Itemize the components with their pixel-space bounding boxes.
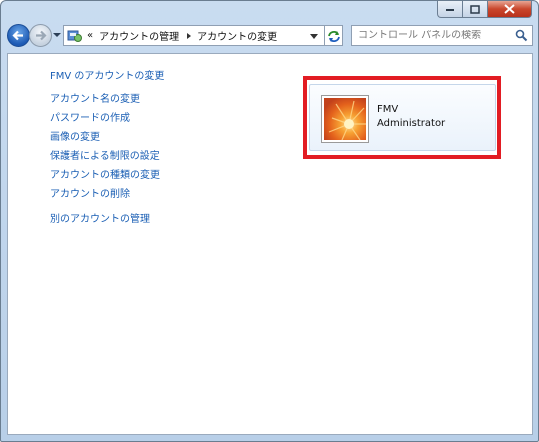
minimize-button[interactable] [437, 1, 463, 18]
maximize-icon [470, 4, 480, 14]
search-box [351, 25, 533, 46]
history-dropdown-icon[interactable] [53, 30, 61, 40]
breadcrumb-item-account-management[interactable]: アカウントの管理 [99, 28, 179, 43]
maximize-button[interactable] [463, 1, 488, 18]
refresh-icon [327, 30, 340, 42]
link-create-password[interactable]: パスワードの作成 [50, 109, 130, 124]
highlight-rectangle [303, 76, 501, 159]
forward-button[interactable] [29, 24, 52, 47]
search-icon[interactable] [515, 29, 528, 42]
address-dropdown-icon[interactable] [310, 34, 318, 40]
window: « アカウントの管理 アカウントの変更 FMV のアカウントの変更 アカウント名… [0, 0, 539, 442]
close-icon [504, 4, 515, 14]
link-delete-account[interactable]: アカウントの削除 [50, 185, 130, 200]
control-panel-icon [67, 30, 82, 42]
navigation-bar: « アカウントの管理 アカウントの変更 [7, 22, 533, 48]
close-button[interactable] [488, 1, 532, 18]
back-arrow-icon [12, 30, 23, 41]
minimize-icon [446, 9, 454, 11]
breadcrumb-item-change-account[interactable]: アカウントの変更 [197, 28, 277, 43]
link-change-fmv-account[interactable]: FMV のアカウントの変更 [50, 67, 164, 82]
caption-buttons [437, 1, 532, 19]
forward-arrow-icon [36, 30, 47, 41]
link-change-account-type[interactable]: アカウントの種類の変更 [50, 166, 160, 181]
breadcrumb-separator-icon[interactable] [185, 32, 193, 40]
link-change-account-name[interactable]: アカウント名の変更 [50, 90, 140, 105]
search-input[interactable] [352, 30, 513, 41]
link-change-picture[interactable]: 画像の変更 [50, 128, 100, 143]
content-pane: FMV のアカウントの変更 アカウント名の変更 パスワードの作成 画像の変更 保… [7, 53, 533, 435]
address-bar[interactable]: « アカウントの管理 アカウントの変更 [63, 25, 325, 46]
back-button[interactable] [7, 24, 30, 47]
breadcrumb-chevron[interactable]: « [87, 30, 93, 41]
link-parental-controls[interactable]: 保護者による制限の設定 [50, 147, 160, 162]
link-manage-another-account[interactable]: 別のアカウントの管理 [50, 210, 150, 225]
refresh-button[interactable] [325, 25, 343, 46]
